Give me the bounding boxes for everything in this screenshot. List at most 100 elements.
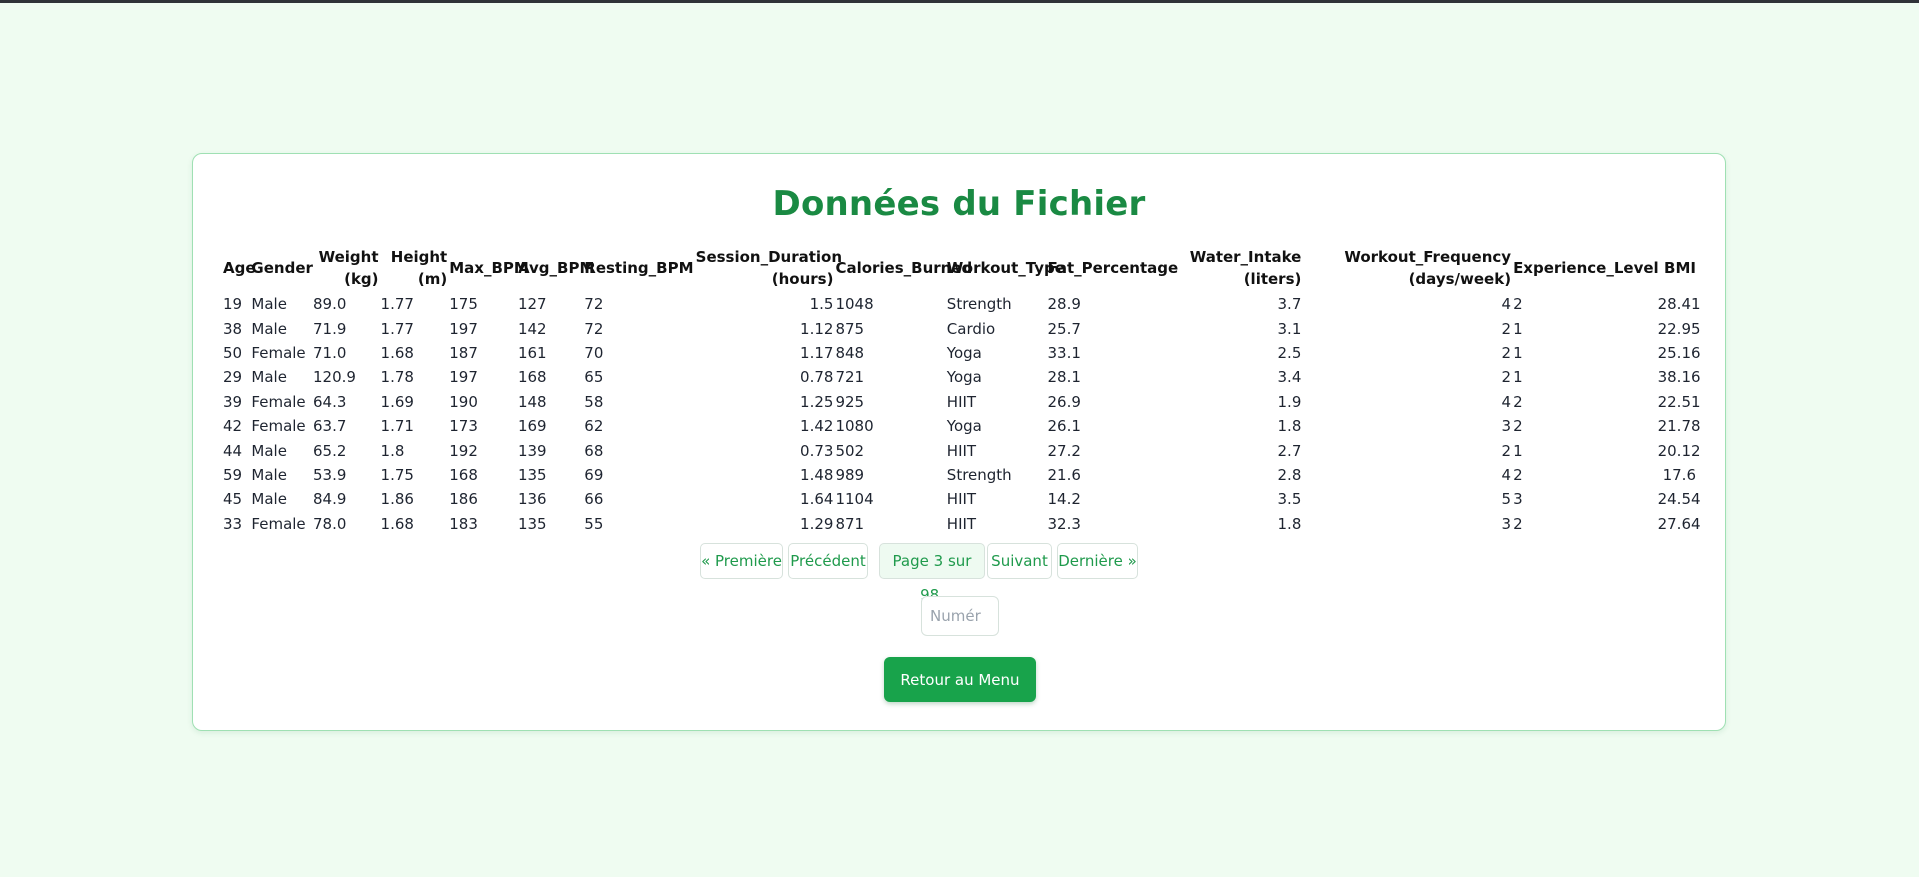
table-row: 59 Male 53.9 1.75 168 135 69 1.48 989 Strength 21.… [222,463,1697,487]
cell-session-duration: 1.5 [809,295,834,314]
cell-water-intake: 2.8 [1277,465,1302,484]
cell-workout-frequency: 4 [1501,465,1512,484]
page-title: Données du Fichier [772,184,1146,224]
cell-session-duration: 0.78 [800,368,834,387]
cell-height: 1.8 [380,441,405,460]
cell-resting-bpm: 68 [584,441,604,460]
cell-calories-burned: 848 [835,343,865,362]
cell-max-bpm: 183 [449,514,478,533]
cell-gender: Male [251,295,287,314]
cell-avg-bpm: 148 [517,392,547,411]
top-border-bar [0,0,1919,3]
cell-fat-percentage: 26.9 [1047,392,1081,411]
cell-workout-type: Yoga [946,368,982,387]
cell-fat-percentage: 28.9 [1047,295,1081,314]
cell-gender: Female [251,392,306,411]
cell-workout-frequency: 2 [1501,319,1512,338]
next-page-button[interactable]: Suivant [987,543,1052,579]
cell-experience-level: 3 [1513,490,1523,509]
cell-avg-bpm: 135 [517,514,547,533]
cell-max-bpm: 168 [449,465,478,484]
cell-age: 33 [223,514,243,533]
cell-calories-burned: 721 [835,368,865,387]
cell-age: 42 [223,417,243,436]
cell-experience-level: 1 [1513,343,1523,362]
col-header-age: Age [223,259,256,277]
cell-height: 1.77 [380,319,414,338]
cell-water-intake: 3.1 [1277,319,1302,338]
cell-height: 1.86 [380,490,414,509]
table-row: 50 Female 71.0 1.68 187 161 70 1.17 848 Yoga 33.1 2… [222,341,1701,365]
cell-workout-frequency: 2 [1501,441,1512,460]
cell-max-bpm: 197 [449,368,478,387]
cell-weight: 71.9 [313,319,347,338]
cell-avg-bpm: 161 [517,343,547,362]
cell-workout-frequency: 5 [1501,490,1512,509]
cell-workout-type: Strength [946,465,1012,484]
cell-max-bpm: 173 [449,417,478,436]
cell-gender: Male [251,441,287,460]
cell-gender: Female [251,417,306,436]
cell-fat-percentage: 32.3 [1047,514,1081,533]
cell-height: 1.68 [380,343,414,362]
cell-resting-bpm: 65 [584,368,604,387]
col-header-resting-bpm: Resting_BPM [584,259,694,277]
cell-age: 50 [223,343,243,362]
cell-max-bpm: 190 [449,392,478,411]
cell-age: 45 [223,490,243,509]
table-row: 33 Female 78.0 1.68 183 135 55 1.29 871 HIIT 32.3 1… [222,512,1701,536]
cell-session-duration: 1.29 [800,514,834,533]
cell-height: 1.69 [380,392,414,411]
cell-bmi: 27.64 [1657,514,1701,533]
back-to-menu-button[interactable]: Retour au Menu [884,657,1036,702]
cell-age: 44 [223,441,243,460]
cell-water-intake: 3.7 [1277,295,1302,314]
col-header-avg-bpm: Avg_BPM [517,259,595,277]
cell-avg-bpm: 139 [517,441,547,460]
col-header-height: Height (m) [390,248,448,288]
cell-weight: 53.9 [313,465,347,484]
cell-weight: 84.9 [313,490,347,509]
cell-experience-level: 2 [1513,295,1523,314]
cell-avg-bpm: 168 [517,368,547,387]
page-number-input[interactable] [921,596,999,636]
cell-max-bpm: 186 [449,490,478,509]
cell-age: 38 [223,319,243,338]
first-page-button[interactable]: « Première [700,543,783,579]
col-header-max-bpm: Max_BPM [449,259,529,277]
cell-bmi: 38.16 [1657,368,1701,387]
cell-experience-level: 1 [1513,368,1523,387]
data-card: Données du Fichier Age Gender Weight (kg… [192,153,1726,731]
cell-gender: Male [251,319,287,338]
col-header-fat-percentage: Fat_Percentage [1047,259,1179,277]
cell-avg-bpm: 136 [517,490,547,509]
table-row: 45 Male 84.9 1.86 186 136 66 1.64 1104 HIIT 14.2 3.… [222,487,1701,511]
col-header-experience-level: Experience_Level [1513,259,1659,277]
table-row: 29 Male 120.9 1.78 197 168 65 0.78 721 Yoga 28.1 3.… [222,365,1701,389]
cell-max-bpm: 197 [449,319,478,338]
col-header-workout-type: Workout_Type [946,259,1065,277]
pagination: « Première Précédent Page 3 sur 98. Suiv… [193,543,1725,604]
table-row: 44 Male 65.2 1.8 192 139 68 0.73 502 HIIT 27.2 2.7 2… [222,438,1701,462]
cell-water-intake: 1.8 [1277,417,1302,436]
cell-session-duration: 1.48 [800,465,834,484]
cell-bmi: 22.95 [1657,319,1701,338]
cell-experience-level: 2 [1513,514,1523,533]
cell-workout-type: HIIT [946,490,977,509]
cell-resting-bpm: 69 [584,465,604,484]
cell-max-bpm: 192 [449,441,478,460]
cell-workout-type: HIIT [946,514,977,533]
cell-workout-frequency: 4 [1501,295,1512,314]
cell-calories-burned: 1048 [835,295,874,314]
cell-avg-bpm: 169 [517,417,547,436]
cell-avg-bpm: 142 [517,319,547,338]
cell-workout-type: HIIT [946,441,977,460]
cell-calories-burned: 502 [835,441,865,460]
previous-page-button[interactable]: Précédent [788,543,868,579]
last-page-button[interactable]: Dernière » [1057,543,1138,579]
cell-age: 59 [223,465,243,484]
cell-workout-type: Yoga [946,417,982,436]
cell-bmi: 24.54 [1657,490,1701,509]
cell-height: 1.78 [380,368,414,387]
data-table: Age Gender Weight (kg) Height (m) Max_BP… [222,246,1701,536]
